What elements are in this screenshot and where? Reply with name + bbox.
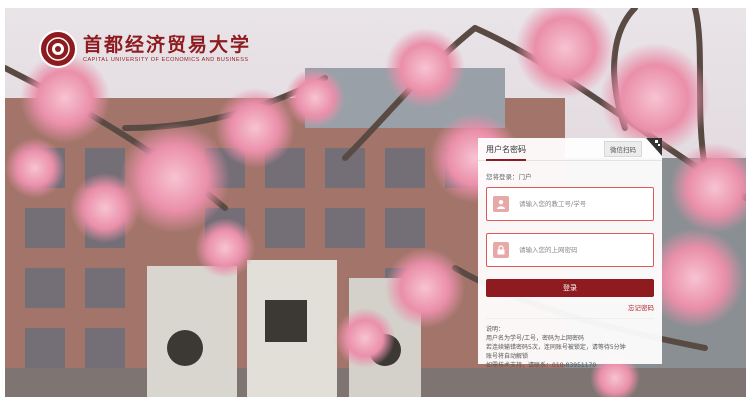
university-name-cn: 首都经济贸易大学 — [83, 34, 252, 56]
university-logo: 首都经济贸易大学 CAPITAL UNIVERSITY OF ECONOMICS… — [39, 30, 251, 68]
password-field[interactable] — [486, 233, 654, 267]
portal-label: 您将登录：门户 — [486, 173, 532, 181]
notes-line: 用户名为学号/工号，密码为上网密码 — [486, 335, 585, 342]
username-input[interactable] — [517, 199, 647, 209]
seal-icon — [39, 30, 77, 68]
login-notes: 说明： 用户名为学号/工号，密码为上网密码 若连续输错密码5次，连同账号被锁定，… — [486, 318, 654, 370]
lock-icon — [493, 242, 509, 258]
login-panel: 用户名密码 微信扫码 您将登录：门户 登录 忘记密码 说明： 用户名为学号/工号… — [478, 138, 662, 369]
password-input[interactable] — [517, 245, 647, 255]
notes-line: 若连续输错密码5次，连同账号被锁定，请等待5分钟 — [486, 344, 626, 351]
login-button[interactable]: 登录 — [486, 279, 654, 297]
forgot-password-link[interactable]: 忘记密码 — [486, 302, 654, 312]
tab-password-login[interactable]: 用户名密码 — [486, 140, 526, 161]
tab-qr-login[interactable]: 微信扫码 — [604, 141, 642, 157]
university-name-en: CAPITAL UNIVERSITY OF ECONOMICS AND BUSI… — [83, 57, 249, 63]
notes-line: 账号将自动解锁 — [486, 353, 529, 360]
notes-title: 说明： — [486, 326, 505, 333]
user-icon — [493, 196, 509, 212]
login-tabs: 用户名密码 微信扫码 — [478, 138, 662, 161]
notes-support-line: 如需技术支持，请联系：010-83951170 — [486, 362, 597, 369]
username-field[interactable] — [486, 187, 654, 221]
qr-code-icon[interactable] — [646, 138, 662, 156]
